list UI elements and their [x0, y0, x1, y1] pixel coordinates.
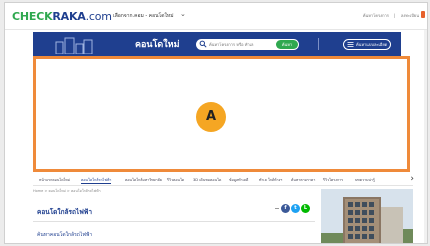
tab-project-review[interactable]: รีวิวโครงการ	[323, 177, 343, 183]
category-tabs: หน้าแรกคอนโดใหม่ คอนโดใกล้รถไฟฟ้า คอนโดใ…	[33, 174, 414, 186]
browser-page: CHECKRAKA.com เลือกจาก.คอม - คอนโดใหม่ ⌄…	[4, 2, 428, 244]
menu-icon[interactable]	[421, 11, 425, 18]
search-input[interactable]	[209, 41, 267, 47]
building-image	[321, 189, 413, 243]
buildings-icon	[55, 37, 93, 54]
section-heading: คอนโดใกล้รถไฟฟ้า	[37, 208, 93, 216]
scrollbar[interactable]	[424, 30, 427, 243]
top-links: ค้นหาโครงการ | ลงทะเบียน	[359, 12, 419, 19]
top-link-search[interactable]: ค้นหาโครงการ	[363, 13, 389, 18]
divider	[318, 38, 319, 50]
page-title: คอนโดใหม่	[135, 40, 180, 50]
project-photo[interactable]	[321, 189, 413, 243]
tab-location[interactable]: ข้อมูลทำเลดี	[229, 177, 248, 183]
tab-3d-tour[interactable]: 3D เดินชมคอนโด	[193, 177, 221, 183]
hero-banner: คอนโดใหม่ ค้นหา ค้นหาแบบละเอียด	[33, 32, 401, 56]
tab-near-skytrain[interactable]: คอนโดใกล้รถไฟฟ้า	[81, 177, 112, 184]
line-icon[interactable]: L	[301, 204, 310, 213]
tab-near-university[interactable]: คอนโดใกล้มหาวิทยาลัย	[125, 177, 162, 183]
chevron-right-icon[interactable]: ›	[410, 174, 414, 184]
facebook-icon[interactable]: f	[281, 204, 290, 213]
divider	[33, 221, 315, 222]
search-button[interactable]: ค้นหา	[276, 40, 298, 49]
chevron-down-icon[interactable]: ⌄	[180, 10, 186, 18]
tab-near-mall[interactable]: ทำเล ใกล้ห้างฯ	[259, 177, 282, 183]
filter-icon	[347, 42, 354, 47]
site-logo[interactable]: CHECKRAKA.com	[12, 10, 112, 23]
tab-new-condo[interactable]: หน้าแรกคอนโดใหม่	[39, 177, 70, 183]
top-bar: CHECKRAKA.com เลือกจาก.คอม - คอนโดใหม่ ⌄…	[5, 3, 427, 30]
search-icon	[199, 40, 207, 48]
tab-review[interactable]: รีวิวคอนโด	[167, 177, 184, 183]
top-link-register[interactable]: ลงทะเบียน	[401, 13, 419, 18]
tab-articles[interactable]: บทความน่ารู้	[355, 177, 375, 183]
top-link-separator: |	[394, 13, 396, 18]
search-section-title: ค้นหาคอนโดใกล้รถไฟฟ้า	[37, 232, 93, 238]
tab-by-price[interactable]: ค้นหาตามราคา	[291, 177, 315, 183]
advanced-search-button[interactable]: ค้นหาแบบละเอียด	[343, 39, 391, 50]
region-selector[interactable]: เลือกจาก.คอม - คอนโดใหม่	[113, 12, 174, 20]
search-bar: ค้นหา	[196, 39, 299, 50]
breadcrumb[interactable]: Home > คอนโดใหม่ > คอนโดใกล้รถไฟฟ้า	[33, 188, 101, 194]
twitter-icon[interactable]: t	[291, 204, 300, 213]
share-dash	[275, 208, 279, 209]
ad-slot[interactable]: A	[33, 56, 410, 172]
advanced-search-label: ค้นหาแบบละเอียด	[356, 42, 388, 47]
ad-slot-badge: A	[196, 102, 226, 132]
